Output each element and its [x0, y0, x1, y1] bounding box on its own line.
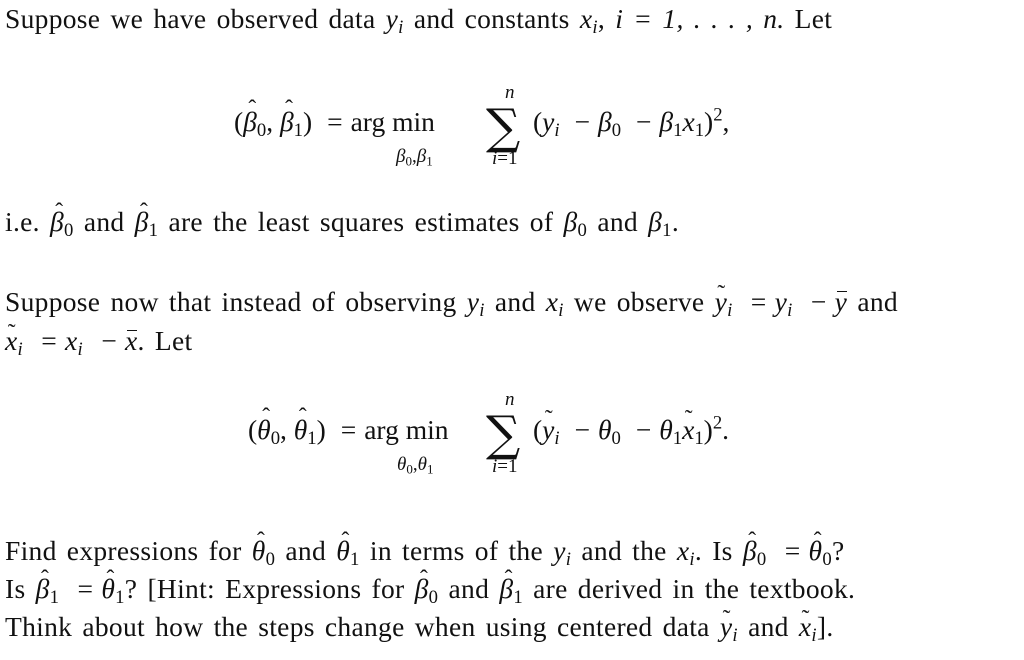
problem-page: Suppose we have observed data yi and con… — [0, 0, 1024, 660]
summation-icon-2: ∑ — [486, 406, 521, 462]
argmin-subscript-2: θ0,θ1 — [397, 454, 434, 477]
equation-2-lhs: (θ0, θ1) =arg min — [248, 404, 449, 448]
equation-theta-least-squares: (θ0, θ1) =arg min θ0,θ1 n ∑ i=1 (yi −θ0 … — [0, 0, 1024, 500]
argmin-operator-2: arg min — [364, 414, 449, 445]
paragraph-question-line-3: Think about how the steps change when us… — [5, 600, 834, 647]
sum-lower-limit-2: i=1 — [492, 456, 518, 477]
equation-2-body: (yi −θ0 −θ1x1)2. — [533, 406, 729, 448]
